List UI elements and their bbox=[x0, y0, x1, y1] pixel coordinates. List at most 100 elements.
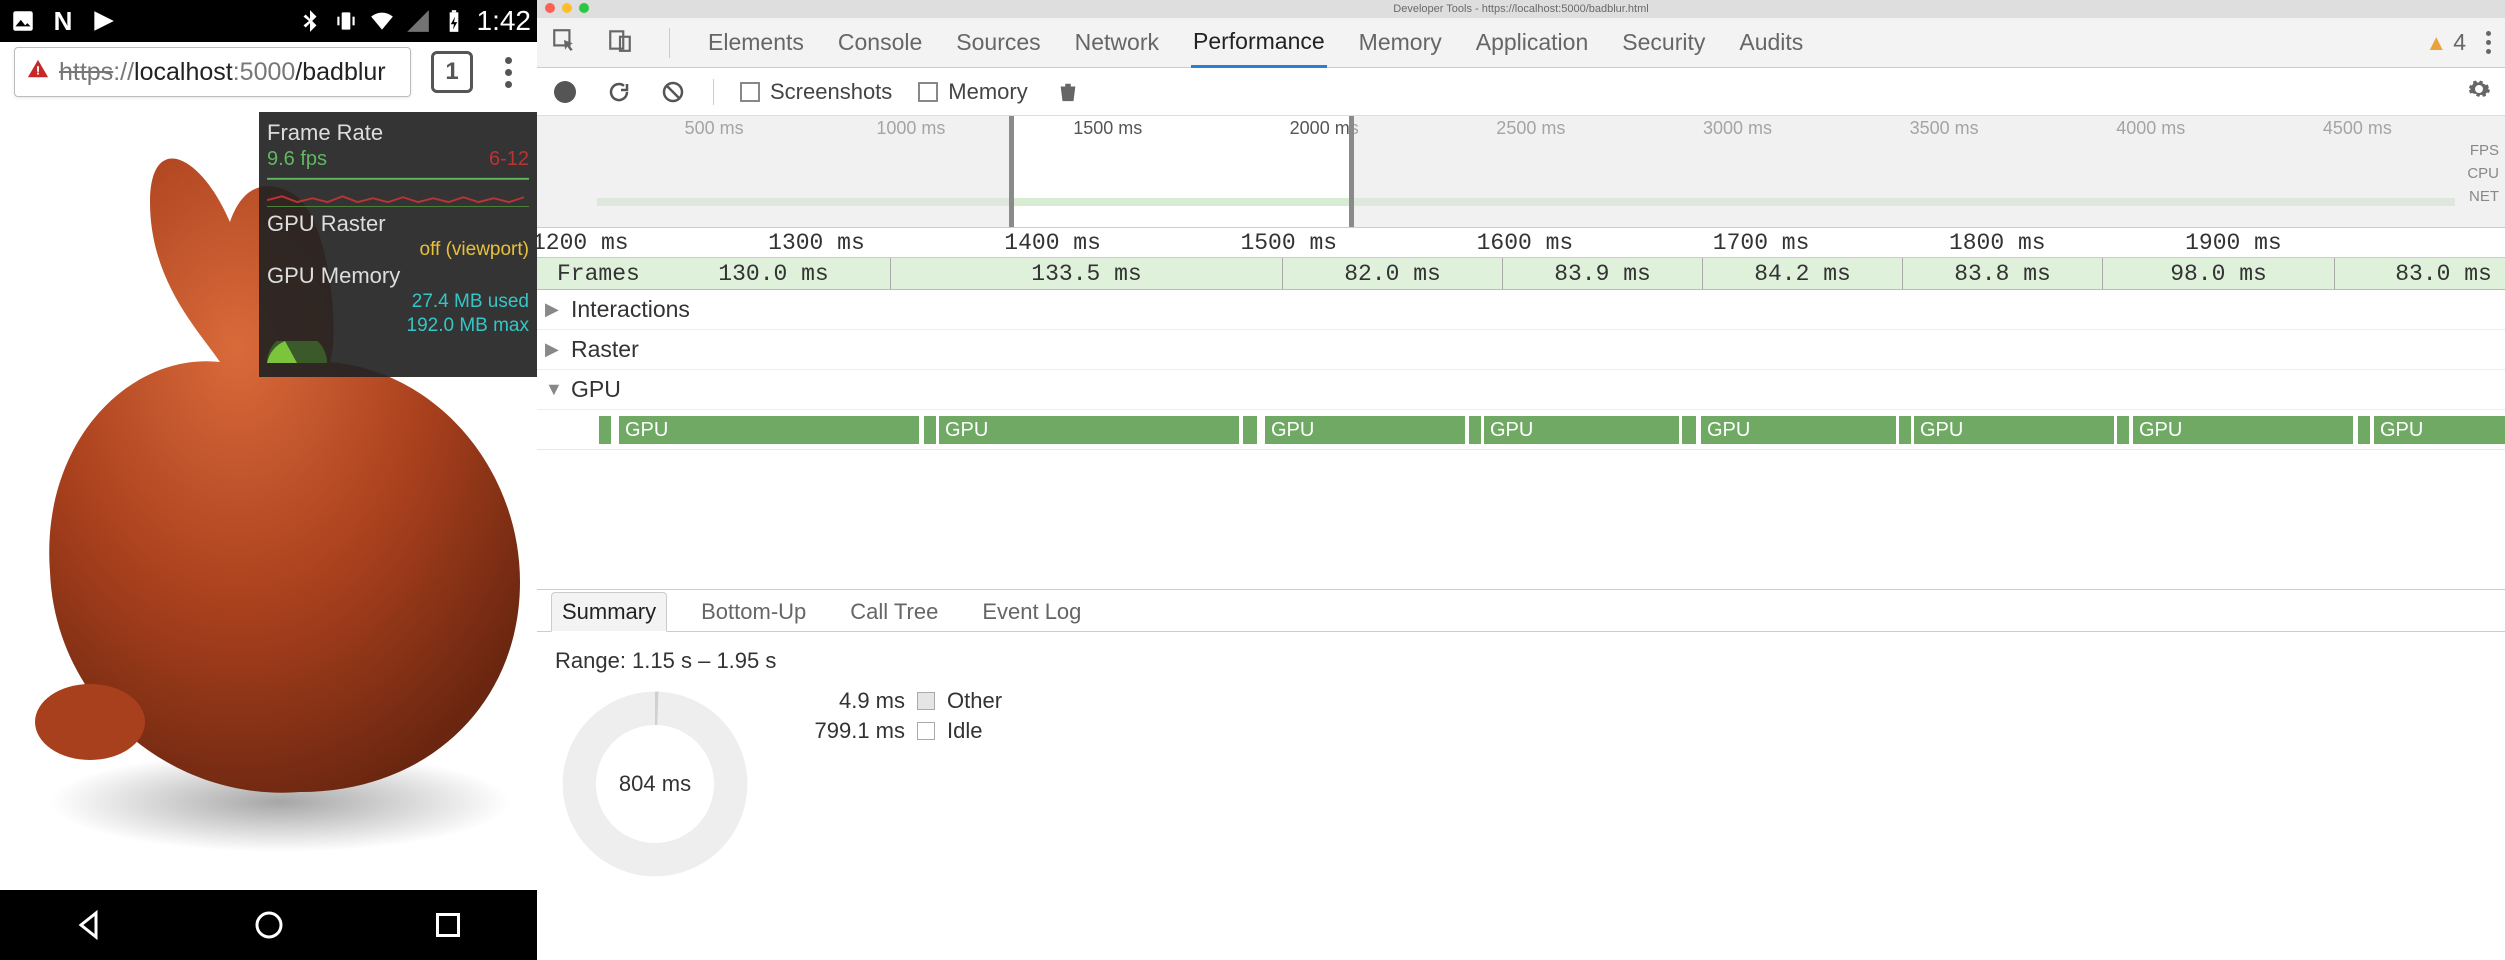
phone-device: N 1:42 bbox=[0, 0, 537, 960]
tab-elements[interactable]: Elements bbox=[706, 19, 806, 66]
track-interactions[interactable]: ▶ Interactions bbox=[537, 290, 2505, 330]
legend-ms: 799.1 ms bbox=[795, 718, 905, 744]
overlay-mem-pie-icon bbox=[267, 341, 327, 363]
record-button[interactable] bbox=[551, 78, 579, 106]
window-titlebar: Developer Tools - https://localhost:5000… bbox=[537, 0, 2505, 18]
tab-console[interactable]: Console bbox=[836, 19, 924, 66]
tab-network[interactable]: Network bbox=[1073, 19, 1161, 66]
mr-tick: 1600 ms bbox=[1477, 230, 1574, 256]
frame-block[interactable]: 84.2 ms bbox=[1703, 258, 1903, 289]
gpu-block[interactable]: GPU bbox=[1701, 416, 1896, 444]
mr-tick: 1500 ms bbox=[1240, 230, 1337, 256]
gpu-block[interactable]: GPU bbox=[2374, 416, 2505, 444]
details-tab-calltree[interactable]: Call Tree bbox=[840, 593, 948, 631]
gpu-sliver[interactable] bbox=[599, 416, 611, 444]
frame-block[interactable]: 83.9 ms bbox=[1503, 258, 1703, 289]
settings-icon[interactable] bbox=[2467, 77, 2491, 107]
details-tab-summary[interactable]: Summary bbox=[551, 592, 667, 632]
frame-block[interactable]: 133.5 ms bbox=[891, 258, 1283, 289]
gpu-sliver[interactable] bbox=[1243, 416, 1257, 444]
browser-menu-icon[interactable] bbox=[493, 57, 523, 88]
perf-toolbar: Screenshots Memory bbox=[537, 68, 2505, 116]
nav-back-icon[interactable] bbox=[72, 907, 108, 943]
tab-application[interactable]: Application bbox=[1474, 19, 1591, 66]
frame-block[interactable]: 98.0 ms bbox=[2103, 258, 2335, 289]
url-host: localhost bbox=[134, 58, 233, 87]
track-label: Raster bbox=[571, 336, 639, 363]
frame-block[interactable]: 83.0 ms bbox=[2335, 258, 2505, 289]
bluetooth-icon bbox=[297, 8, 323, 34]
legend-label: Other bbox=[947, 688, 1002, 714]
toggle-device-icon[interactable] bbox=[607, 27, 633, 59]
tab-security[interactable]: Security bbox=[1620, 19, 1707, 66]
gallery-icon bbox=[10, 8, 36, 34]
tabs-button[interactable]: 1 bbox=[431, 51, 473, 93]
track-gpu[interactable]: ▼ GPU bbox=[537, 370, 2505, 410]
gpu-block[interactable]: GPU bbox=[2133, 416, 2353, 444]
traffic-lights[interactable] bbox=[545, 3, 589, 13]
frame-block[interactable]: 82.0 ms bbox=[1283, 258, 1503, 289]
devtools-menu-icon[interactable] bbox=[2486, 31, 2491, 54]
gpu-block[interactable]: GPU bbox=[1914, 416, 2114, 444]
perf-overview[interactable]: 500 ms 1000 ms 1500 ms 2000 ms 2500 ms 3… bbox=[537, 116, 2505, 228]
tab-sources[interactable]: Sources bbox=[954, 19, 1042, 66]
inspect-element-icon[interactable] bbox=[551, 27, 577, 59]
gpu-block[interactable]: GPU bbox=[1265, 416, 1465, 444]
checkbox-icon bbox=[918, 82, 938, 102]
devtools-window: Developer Tools - https://localhost:5000… bbox=[537, 0, 2505, 960]
details-tab-eventlog[interactable]: Event Log bbox=[972, 593, 1091, 631]
main-ruler: 1200 ms 1300 ms 1400 ms 1500 ms 1600 ms … bbox=[537, 228, 2505, 258]
frame-block[interactable]: 83.8 ms bbox=[1903, 258, 2103, 289]
checkbox-icon bbox=[740, 82, 760, 102]
track-raster[interactable]: ▶ Raster bbox=[537, 330, 2505, 370]
memory-label: Memory bbox=[948, 79, 1027, 105]
mr-tick: 1900 ms bbox=[2185, 230, 2282, 256]
gpu-block[interactable]: GPU bbox=[939, 416, 1239, 444]
gpu-block[interactable]: GPU bbox=[1484, 416, 1679, 444]
url-bar[interactable]: https://localhost:5000/badblur bbox=[14, 47, 411, 97]
url-scheme: https bbox=[59, 58, 113, 87]
details-tab-bottomup[interactable]: Bottom-Up bbox=[691, 593, 816, 631]
ov-label-fps: FPS bbox=[2467, 142, 2499, 159]
frame-block[interactable]: 130.0 ms bbox=[657, 258, 891, 289]
gpu-sliver[interactable] bbox=[924, 416, 936, 444]
gpu-block[interactable]: GPU bbox=[619, 416, 919, 444]
gpu-sliver[interactable] bbox=[1899, 416, 1911, 444]
overview-lane-labels: FPS CPU NET bbox=[2467, 142, 2499, 205]
trash-icon[interactable] bbox=[1054, 78, 1082, 106]
gpu-sliver[interactable] bbox=[1682, 416, 1696, 444]
mr-tick: 1700 ms bbox=[1713, 230, 1810, 256]
clear-icon[interactable] bbox=[659, 78, 687, 106]
summary-pane: Range: 1.15 s – 1.95 s 804 ms 4.9 ms Oth… bbox=[537, 632, 2505, 960]
warnings-badge[interactable]: ▲ 4 bbox=[2425, 29, 2466, 56]
nav-recents-icon[interactable] bbox=[430, 907, 466, 943]
flame-empty-space bbox=[537, 450, 2505, 590]
gpu-sliver[interactable] bbox=[2488, 416, 2500, 444]
tab-audits[interactable]: Audits bbox=[1737, 19, 1805, 66]
gpu-sliver[interactable] bbox=[1469, 416, 1481, 444]
gpu-sliver[interactable] bbox=[2117, 416, 2129, 444]
status-clock: 1:42 bbox=[477, 5, 532, 37]
gpu-sliver[interactable] bbox=[2358, 416, 2370, 444]
flame-chart[interactable]: 1200 ms 1300 ms 1400 ms 1500 ms 1600 ms … bbox=[537, 228, 2505, 590]
tab-performance[interactable]: Performance bbox=[1191, 18, 1327, 68]
tab-memory[interactable]: Memory bbox=[1357, 19, 1444, 66]
reload-record-icon[interactable] bbox=[605, 78, 633, 106]
overlay-frame-rate-label: Frame Rate bbox=[267, 120, 529, 146]
frames-label: Frames bbox=[557, 261, 640, 287]
disclosure-right-icon: ▶ bbox=[545, 339, 561, 360]
mr-tick: 1200 ms bbox=[532, 230, 629, 256]
memory-toggle[interactable]: Memory bbox=[918, 79, 1027, 105]
legend-row: 4.9 ms Other bbox=[795, 688, 1002, 714]
battery-icon bbox=[441, 8, 467, 34]
warning-count: 4 bbox=[2453, 29, 2466, 56]
browser-toolbar: https://localhost:5000/badblur 1 bbox=[0, 42, 537, 102]
nav-home-icon[interactable] bbox=[251, 907, 287, 943]
gpu-track-lane[interactable]: GPU GPU GPU GPU GPU GPU GPU GPU bbox=[537, 410, 2505, 450]
screenshot-toggle[interactable]: Screenshots bbox=[740, 79, 892, 105]
overlay-fps-value: 9.6 fps bbox=[267, 148, 327, 171]
details-tabs: Summary Bottom-Up Call Tree Event Log bbox=[537, 590, 2505, 632]
frames-track[interactable]: Frames 130.0 ms133.5 ms82.0 ms83.9 ms84.… bbox=[537, 258, 2505, 290]
notification-n-icon: N bbox=[50, 8, 76, 34]
overview-selection[interactable] bbox=[1009, 116, 1353, 227]
